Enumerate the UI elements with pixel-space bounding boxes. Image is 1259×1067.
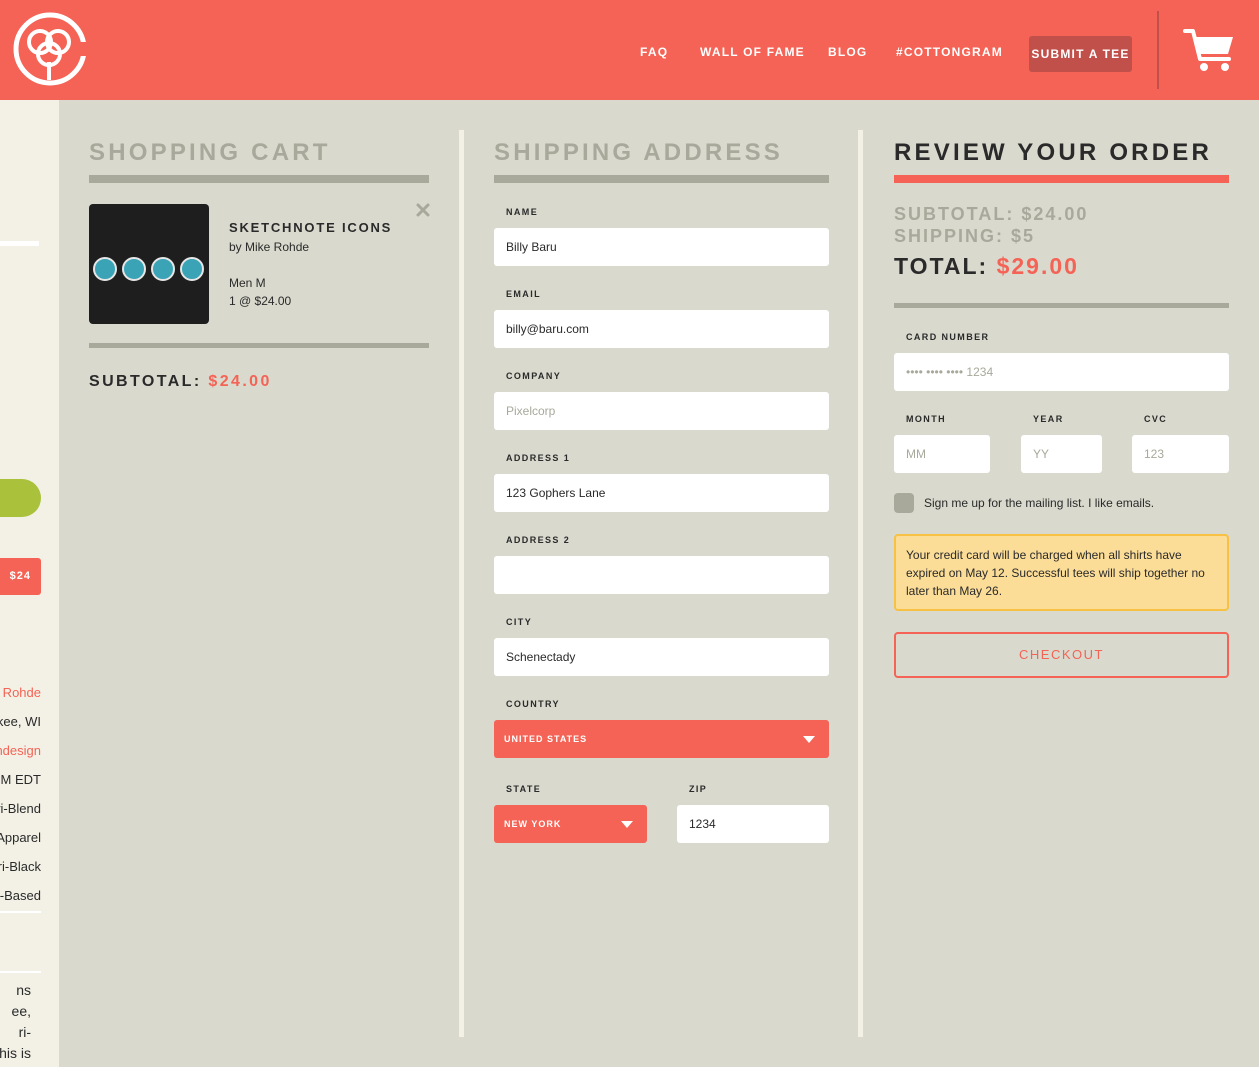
nav-blog[interactable]: BLOG bbox=[828, 45, 867, 59]
total-value: $29.00 bbox=[996, 253, 1079, 279]
description-line: ns bbox=[16, 982, 31, 998]
product-size: Men M bbox=[229, 276, 266, 290]
title-underline bbox=[894, 175, 1229, 183]
checkout-button[interactable]: CHECKOUT bbox=[894, 632, 1229, 678]
top-navigation-bar: FAQ WALL OF FAME BLOG #COTTONGRAM SUBMIT… bbox=[0, 0, 1259, 100]
submit-a-tee-button[interactable]: SUBMIT A TEE bbox=[1029, 36, 1132, 72]
product-name[interactable]: SKETCHNOTE ICONS bbox=[229, 220, 392, 235]
month-field[interactable] bbox=[894, 435, 990, 473]
title-underline bbox=[89, 175, 429, 183]
email-label: EMAIL bbox=[506, 289, 541, 299]
shopping-cart-icon[interactable] bbox=[1183, 27, 1235, 73]
product-author: by Mike Rohde bbox=[229, 240, 310, 254]
description-line: ee, bbox=[11, 1003, 31, 1019]
card-number-label: CARD NUMBER bbox=[906, 332, 990, 342]
location-text: kee, WI bbox=[0, 714, 41, 729]
country-label: COUNTRY bbox=[506, 699, 560, 709]
pencil-badge-icon bbox=[180, 257, 204, 281]
nav-faq[interactable]: FAQ bbox=[640, 45, 668, 59]
charge-notice: Your credit card will be charged when al… bbox=[894, 534, 1229, 611]
panel-divider bbox=[0, 911, 41, 913]
panel-divider bbox=[0, 971, 41, 973]
product-description: ns ee, ri- his is bbox=[0, 980, 31, 1064]
product-quantity-price: 1 @ $24.00 bbox=[229, 294, 292, 308]
eye-badge-icon bbox=[122, 257, 146, 281]
chevron-down-icon bbox=[803, 736, 815, 743]
lightbulb-badge-icon bbox=[151, 257, 175, 281]
description-line: ri- bbox=[18, 1024, 31, 1040]
nav-divider bbox=[1157, 11, 1159, 89]
country-select[interactable]: UNITED STATES bbox=[494, 720, 829, 758]
price-button[interactable]: $24 bbox=[0, 558, 41, 595]
year-field[interactable] bbox=[1021, 435, 1102, 473]
fabric-text: ri-Blend bbox=[0, 801, 41, 816]
time-text: PM EDT bbox=[0, 772, 41, 787]
column-divider bbox=[459, 130, 464, 1037]
website-link[interactable]: ndesign bbox=[0, 743, 41, 758]
year-label: YEAR bbox=[1033, 414, 1064, 424]
shipping-address-title: SHIPPING ADDRESS bbox=[494, 139, 784, 166]
subtotal-value: $24.00 bbox=[208, 373, 272, 390]
name-label: NAME bbox=[506, 207, 539, 217]
card-number-field[interactable] bbox=[894, 353, 1229, 391]
state-select[interactable]: NEW YORK bbox=[494, 805, 647, 843]
review-subtotal: SUBTOTAL: $24.00 bbox=[894, 204, 1089, 224]
address1-field[interactable] bbox=[494, 474, 829, 512]
address2-label: ADDRESS 2 bbox=[506, 535, 571, 545]
zip-label: ZIP bbox=[689, 784, 708, 794]
review-total: TOTAL: $29.00 bbox=[894, 253, 1079, 280]
cotton-logo-icon[interactable] bbox=[13, 12, 87, 86]
left-product-panel: $24 e Rohde kee, WI ndesign PM EDT ri-Bl… bbox=[0, 100, 59, 1067]
designer-link[interactable]: e Rohde bbox=[0, 685, 41, 700]
cart-divider bbox=[89, 343, 429, 348]
shopping-cart-title: SHOPPING CART bbox=[89, 139, 331, 166]
chevron-down-icon bbox=[621, 821, 633, 828]
review-shipping: SHIPPING: $5 bbox=[894, 226, 1036, 246]
state-value: NEW YORK bbox=[504, 819, 562, 829]
column-divider bbox=[858, 130, 863, 1037]
ink-text: r-Based bbox=[0, 888, 41, 903]
color-text: ri-Black bbox=[0, 859, 41, 874]
product-thumbnail[interactable] bbox=[89, 204, 209, 324]
month-label: MONTH bbox=[906, 414, 946, 424]
review-divider bbox=[894, 303, 1229, 308]
pen-badge-icon bbox=[93, 257, 117, 281]
zip-field[interactable] bbox=[677, 805, 829, 843]
company-label: COMPANY bbox=[506, 371, 562, 381]
cvc-field[interactable] bbox=[1132, 435, 1229, 473]
city-label: CITY bbox=[506, 617, 533, 627]
cvc-label: CVC bbox=[1144, 414, 1168, 424]
remove-item-icon[interactable] bbox=[415, 202, 431, 218]
review-order-title: REVIEW YOUR ORDER bbox=[894, 139, 1212, 166]
city-field[interactable] bbox=[494, 638, 829, 676]
nav-cottongram[interactable]: #COTTONGRAM bbox=[896, 45, 1003, 59]
address2-field[interactable] bbox=[494, 556, 829, 594]
description-line: his is bbox=[0, 1045, 31, 1061]
panel-rule bbox=[0, 241, 39, 246]
email-field[interactable] bbox=[494, 310, 829, 348]
brand-text: Apparel bbox=[0, 830, 41, 845]
nav-wall-of-fame[interactable]: WALL OF FAME bbox=[700, 45, 805, 59]
name-field[interactable] bbox=[494, 228, 829, 266]
company-field[interactable] bbox=[494, 392, 829, 430]
subtotal-label: SUBTOTAL: bbox=[89, 373, 202, 390]
title-underline bbox=[494, 175, 829, 183]
country-value: UNITED STATES bbox=[504, 734, 588, 744]
cart-subtotal: SUBTOTAL: $24.00 bbox=[89, 373, 272, 391]
state-label: STATE bbox=[506, 784, 542, 794]
address1-label: ADDRESS 1 bbox=[506, 453, 571, 463]
mailing-list-label[interactable]: Sign me up for the mailing list. I like … bbox=[924, 496, 1154, 510]
mailing-list-checkbox[interactable] bbox=[894, 493, 914, 513]
green-action-button[interactable] bbox=[0, 479, 41, 517]
total-label: TOTAL: bbox=[894, 253, 989, 279]
